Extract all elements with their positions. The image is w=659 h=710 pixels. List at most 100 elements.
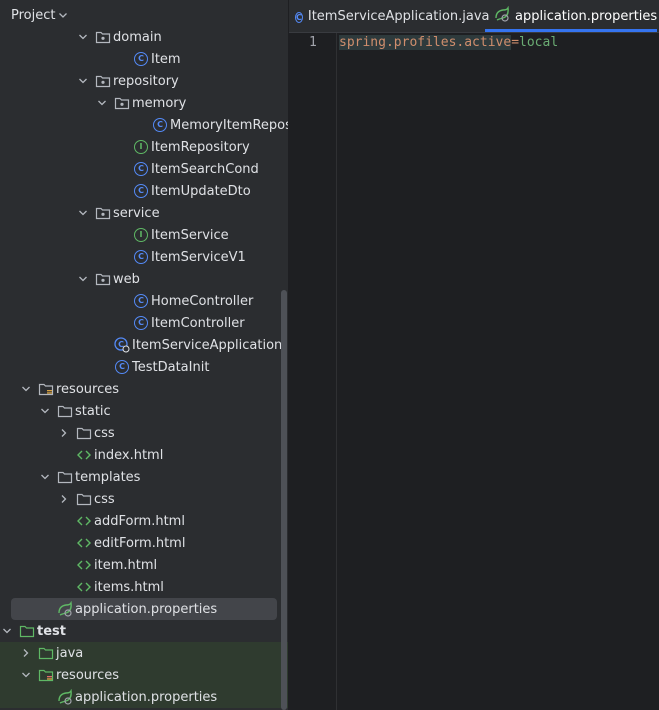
tree-item-label: web	[113, 271, 140, 287]
tree-item[interactable]: domain	[0, 26, 288, 48]
test-resources-folder-icon	[38, 667, 54, 683]
tree-item-label: css	[94, 425, 115, 441]
tree-item[interactable]: repository	[0, 70, 288, 92]
tab-label: application.properties	[515, 8, 658, 24]
project-panel-title[interactable]: Project	[11, 8, 55, 23]
chevron-down-icon[interactable]	[58, 9, 68, 24]
tree-item[interactable]: I ItemService	[0, 224, 288, 246]
tree-item-label: application.properties	[75, 601, 218, 617]
line-gutter: 1	[289, 33, 337, 710]
tree-item[interactable]: C ItemSearchCond	[0, 158, 288, 180]
tree-item[interactable]: items.html	[0, 576, 288, 598]
tab-label: ItemServiceApplication.java	[307, 8, 490, 24]
tree-item-label: Item	[151, 51, 181, 67]
tree-item[interactable]: C Item	[0, 48, 288, 70]
tree-item[interactable]: index.html	[0, 444, 288, 466]
property-equals: =	[511, 35, 520, 50]
tree-item-label: ItemController	[151, 315, 245, 331]
tree-item[interactable]: test	[0, 620, 288, 642]
class-icon: C	[133, 249, 149, 265]
class-icon: C	[152, 117, 168, 133]
tree-item[interactable]: addForm.html	[0, 510, 288, 532]
chevron-down-icon[interactable]	[76, 30, 90, 44]
package-folder-icon	[95, 29, 111, 45]
tree-item[interactable]: css	[0, 422, 288, 444]
tree-item-label: service	[113, 205, 160, 221]
chevron-right-icon[interactable]	[57, 492, 71, 506]
chevron-down-icon[interactable]	[76, 74, 90, 88]
tree-item[interactable]: resources	[0, 378, 288, 400]
chevron-down-icon[interactable]	[19, 668, 33, 682]
tree-item-label: editForm.html	[94, 535, 186, 551]
tree-item[interactable]: application.properties	[0, 686, 288, 708]
property-value[interactable]: local	[519, 35, 558, 50]
chevron-down-icon[interactable]	[76, 272, 90, 286]
tab-application-properties[interactable]: application.properties ×	[494, 0, 659, 32]
tree-item[interactable]: resources	[0, 664, 288, 686]
tree-scrollbar[interactable]	[281, 290, 287, 710]
tab-itemserviceapplication[interactable]: C ItemServiceApplication.java	[295, 0, 490, 32]
tree-item[interactable]: css	[0, 488, 288, 510]
tree-item[interactable]: item.html	[0, 554, 288, 576]
spring-boot-class-icon: C	[114, 337, 130, 353]
tree-item[interactable]: web	[0, 268, 288, 290]
editor-area: C ItemServiceApplication.java applicatio…	[289, 0, 659, 710]
chevron-down-icon[interactable]	[38, 404, 52, 418]
tree-item-label: HomeController	[151, 293, 254, 309]
html-file-icon	[76, 513, 92, 529]
editor-tab-bar: C ItemServiceApplication.java applicatio…	[289, 0, 659, 33]
tree-item[interactable]: memory	[0, 92, 288, 114]
property-key[interactable]: spring.profiles.active	[339, 35, 512, 50]
tree-item-label: TestDataInit	[132, 359, 210, 375]
package-folder-icon	[114, 95, 130, 111]
tree-item[interactable]: C ItemServiceApplication	[0, 334, 288, 356]
tree-item[interactable]: java	[0, 642, 288, 664]
tree-item[interactable]: C ItemController	[0, 312, 288, 334]
tree-item[interactable]: C ItemServiceV1	[0, 246, 288, 268]
html-file-icon	[76, 557, 92, 573]
class-icon: C	[114, 359, 130, 375]
tree-item[interactable]: editForm.html	[0, 532, 288, 554]
chevron-right-icon[interactable]	[19, 646, 33, 660]
tree-item[interactable]: service	[0, 202, 288, 224]
spring-properties-icon	[57, 601, 73, 617]
tree-item[interactable]: C TestDataInit	[0, 356, 288, 378]
resources-folder-icon	[38, 381, 54, 397]
tree-item-label: repository	[113, 73, 179, 89]
tree-item-label: ItemRepository	[151, 139, 250, 155]
code-line[interactable]: spring.profiles.active=local	[339, 35, 558, 50]
active-tab-indicator	[485, 29, 657, 32]
test-folder-icon	[19, 623, 35, 639]
tree-item-label: ItemServiceV1	[151, 249, 246, 265]
chevron-down-icon[interactable]	[76, 206, 90, 220]
class-icon: C	[133, 51, 149, 67]
chevron-down-icon[interactable]	[38, 470, 52, 484]
chevron-down-icon[interactable]	[95, 96, 109, 110]
chevron-right-icon[interactable]	[57, 426, 71, 440]
chevron-down-icon[interactable]	[19, 382, 33, 396]
tree-item-label: resources	[56, 381, 120, 397]
tree-item[interactable]: CMemoryItemRepository	[0, 114, 288, 136]
tree-item-label: ItemServiceApplication	[132, 337, 283, 353]
tree-item[interactable]: static	[0, 400, 288, 422]
tree-item-label: test	[37, 623, 66, 639]
tree-item[interactable]: C HomeController	[0, 290, 288, 312]
line-number: 1	[309, 35, 317, 50]
chevron-down-icon[interactable]	[0, 624, 14, 638]
tree-item[interactable]: application.properties	[11, 598, 277, 620]
class-icon: C	[133, 161, 149, 177]
tree-item[interactable]: I ItemRepository	[0, 136, 288, 158]
tree-item[interactable]: C ItemUpdateDto	[0, 180, 288, 202]
tree-item[interactable]: templates	[0, 466, 288, 488]
tree-item-label: addForm.html	[94, 513, 185, 529]
